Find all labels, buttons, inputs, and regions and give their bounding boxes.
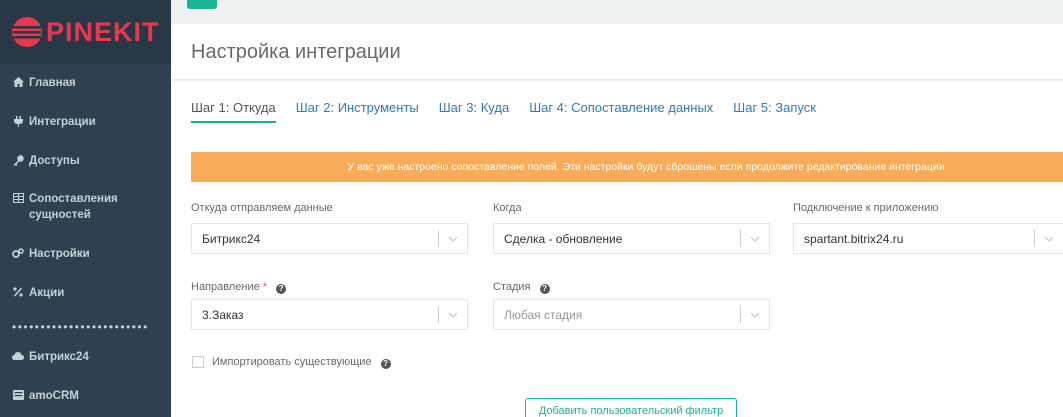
logo-mark-icon <box>12 17 42 47</box>
tab-step-1[interactable]: Шаг 1: Откуда <box>191 100 276 123</box>
stage-select[interactable]: Любая стадия <box>493 299 770 330</box>
required-marker: * <box>262 281 268 293</box>
home-icon <box>12 75 24 89</box>
question-circle-icon[interactable]: ? <box>539 284 550 294</box>
sidebar-item-label: Настройки <box>29 248 90 260</box>
sidebar-item-bitrix24[interactable]: Битрикс24 <box>0 349 171 365</box>
import-existing-label: Импортировать существующие ? <box>212 356 391 369</box>
key-icon <box>12 153 24 167</box>
top-navbar <box>171 0 1063 24</box>
page-title: Настройка интеграции <box>191 41 401 63</box>
step-tabs: Шаг 1: Откуда Шаг 2: Инструменты Шаг 3: … <box>191 100 836 123</box>
sidebar-item-promotions[interactable]: Акции <box>0 285 171 301</box>
server-icon <box>12 388 24 402</box>
sidebar-item-integrations[interactable]: Интеграции <box>0 114 171 130</box>
add-custom-filter-button[interactable]: Добавить пользовательский фильтр <box>525 398 737 417</box>
gears-icon <box>12 246 24 260</box>
sidebar-item-amocrm[interactable]: amoCRM <box>0 388 171 404</box>
alert-text: У вас уже настроено сопоставление полей.… <box>347 161 945 173</box>
tab-step-5[interactable]: Шаг 5: Запуск <box>733 100 816 123</box>
cloud-icon <box>12 349 24 363</box>
sidebar: PINEKIT Главная Интеграции Доступы Сопос… <box>0 0 171 417</box>
sidebar-item-mappings[interactable]: Сопоставления сущностей <box>0 191 160 223</box>
import-existing-checkbox[interactable] <box>192 356 204 368</box>
page-header: Настройка интеграции <box>171 24 1063 80</box>
when-select[interactable]: Сделка - обновление <box>493 223 770 254</box>
chevron-down-icon <box>1035 224 1063 253</box>
sidebar-item-label: Интеграции <box>29 116 96 128</box>
tab-step-3[interactable]: Шаг 3: Куда <box>439 100 509 123</box>
question-circle-icon[interactable]: ? <box>276 284 287 294</box>
stage-label-text: Стадия <box>493 281 531 293</box>
menu-toggle-button[interactable] <box>187 0 217 9</box>
stage-placeholder: Любая стадия <box>504 307 583 322</box>
source-value: Битрикс24 <box>202 231 261 246</box>
sidebar-item-label: Акции <box>29 287 65 299</box>
question-circle-icon[interactable]: ? <box>380 359 391 369</box>
logo[interactable]: PINEKIT <box>0 0 171 64</box>
warning-alert: У вас уже настроено сопоставление полей.… <box>191 152 1063 182</box>
direction-label-text: Направление <box>191 281 260 293</box>
tab-step-2[interactable]: Шаг 2: Инструменты <box>296 100 419 123</box>
sidebar-item-settings[interactable]: Настройки <box>0 246 171 262</box>
percent-icon <box>12 285 24 299</box>
direction-value: 3.Заказ <box>202 307 244 322</box>
chevron-down-icon <box>741 300 769 329</box>
sidebar-item-label: amoCRM <box>29 390 79 402</box>
sidebar-item-label: Сопоставления сущностей <box>29 193 118 221</box>
sidebar-item-access[interactable]: Доступы <box>0 153 171 169</box>
tab-step-4[interactable]: Шаг 4: Сопоставление данных <box>529 100 713 123</box>
import-existing-text: Импортировать существующие <box>212 356 372 368</box>
connection-select[interactable]: spartant.bitrix24.ru <box>793 223 1063 254</box>
when-value: Сделка - обновление <box>504 231 623 246</box>
connection-value: spartant.bitrix24.ru <box>804 231 904 246</box>
sidebar-item-home[interactable]: Главная <box>0 75 171 91</box>
plug-icon <box>12 114 24 128</box>
source-select[interactable]: Битрикс24 <box>191 223 468 254</box>
sidebar-item-label: Доступы <box>29 155 80 167</box>
when-label: Когда <box>493 202 522 214</box>
main-content: Шаг 1: Откуда Шаг 2: Инструменты Шаг 3: … <box>171 81 1063 417</box>
stage-label: Стадия ? <box>493 281 550 294</box>
chevron-down-icon <box>741 224 769 253</box>
source-label: Откуда отправляем данные <box>191 202 333 214</box>
direction-label: Направление * ? <box>191 281 287 294</box>
sidebar-item-label: Главная <box>29 77 76 89</box>
chevron-down-icon <box>439 300 467 329</box>
sidebar-divider: •••••••••••••••••••••••• <box>12 320 149 334</box>
chevron-down-icon <box>439 224 467 253</box>
table-icon <box>12 191 24 205</box>
direction-select[interactable]: 3.Заказ <box>191 299 468 330</box>
sidebar-item-label: Битрикс24 <box>29 351 89 363</box>
connection-label: Подключение к приложению <box>793 202 939 214</box>
logo-text: PINEKIT <box>46 16 160 47</box>
